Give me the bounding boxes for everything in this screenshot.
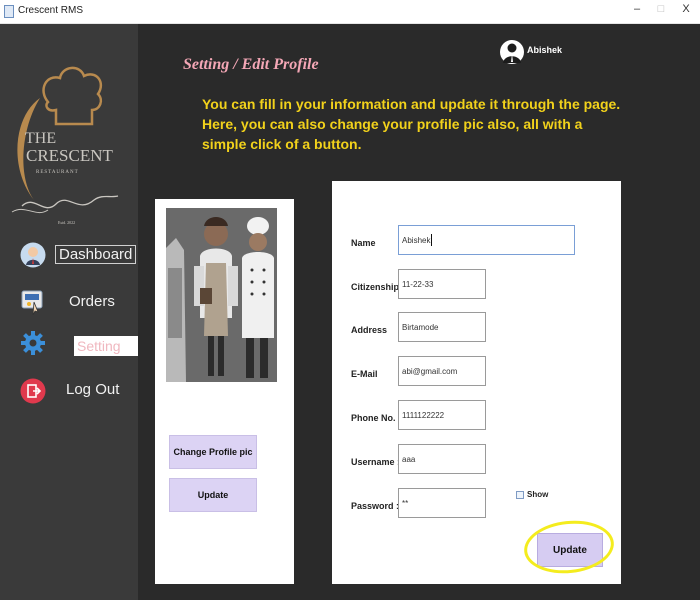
phone-field[interactable]: 1111122222 [398,400,486,430]
sidebar-item-label: Log Out [66,381,120,398]
address-field-value: Birtamode [402,322,439,332]
password-field-value: ** [402,498,409,508]
logout-icon [20,378,46,404]
citizenship-field[interactable]: 11-22-33 [398,269,486,299]
change-profile-pic-button[interactable]: Change Profile pic [169,435,257,469]
sidebar-item-label: Dashboard [55,245,137,264]
show-password-checkbox[interactable] [516,490,524,499]
password-label: Password : [351,501,400,511]
username-field-value: aaa [402,454,416,464]
username-label: Username : [351,457,401,467]
email-field-value: abi@gmail.com [402,366,458,376]
app-icon [4,5,14,18]
order-cart-icon [21,290,43,316]
show-password-label: Show [527,490,549,499]
email-field[interactable]: abi@gmail.com [398,356,486,386]
page-title: Setting / Edit Profile [183,56,319,73]
profile-photo [166,208,277,382]
password-field[interactable]: ** [398,488,486,518]
info-note-line: You can fill in your information and upd… [202,96,621,112]
address-label: Address [351,325,388,335]
name-field[interactable]: Abishek [398,225,575,255]
window-title: Crescent RMS [18,5,84,16]
logo-text-estd: Estd. 2022 [58,220,76,225]
show-password-toggle[interactable]: Show [516,490,548,499]
sidebar-item-label: Orders [69,293,115,310]
sidebar-item-logout[interactable]: Log Out [20,376,138,412]
user-tie-icon [20,242,46,268]
name-field-value: Abishek [402,235,431,245]
sidebar-item-orders[interactable]: Orders [20,288,138,324]
user-avatar-icon[interactable] [500,38,524,74]
info-note-line: Here, you can also change your profile p… [202,116,583,152]
username-field[interactable]: aaa [398,444,486,474]
profile-picture-panel: Change Profile pic Update [155,199,294,584]
citizenship-label: Citizenship [351,282,400,292]
user-name: Abishek [527,45,563,55]
logo-text-restaurant: RESTAURANT [36,170,79,175]
citizenship-field-value: 11-22-33 [402,279,434,289]
chef-team-image [166,208,277,382]
maximize-button[interactable]: □ [651,3,671,15]
close-button[interactable]: X [676,3,696,15]
phone-field-value: 1111122222 [402,410,445,420]
sidebar: THE CRESCENT RESTAURANT Estd. 2022 Dashb… [0,24,160,600]
phone-label: Phone No. [351,413,396,423]
info-note: You can fill in your information and upd… [202,94,622,154]
highlight-circle [521,516,617,578]
minimize-button[interactable]: – [627,3,647,15]
window-titlebar: Crescent RMS – □ X [0,0,700,24]
sidebar-item-dashboard[interactable]: Dashboard [20,240,138,276]
edit-profile-form: Name Abishek Citizenship 11-22-33 Addres… [332,181,621,584]
restaurant-logo: THE CRESCENT RESTAURANT Estd. 2022 [8,60,123,235]
name-label: Name [351,238,376,248]
address-field[interactable]: Birtamode [398,312,486,342]
gear-icon [21,331,45,355]
email-label: E-Mail [351,369,378,379]
profile-update-button[interactable]: Update [169,478,257,512]
logo-text-crescent: CRESCENT [26,146,113,165]
text-caret [431,234,433,246]
main-content: Setting / Edit Profile Abishek You can f… [138,24,700,600]
sidebar-item-setting[interactable]: Setting [20,328,160,364]
